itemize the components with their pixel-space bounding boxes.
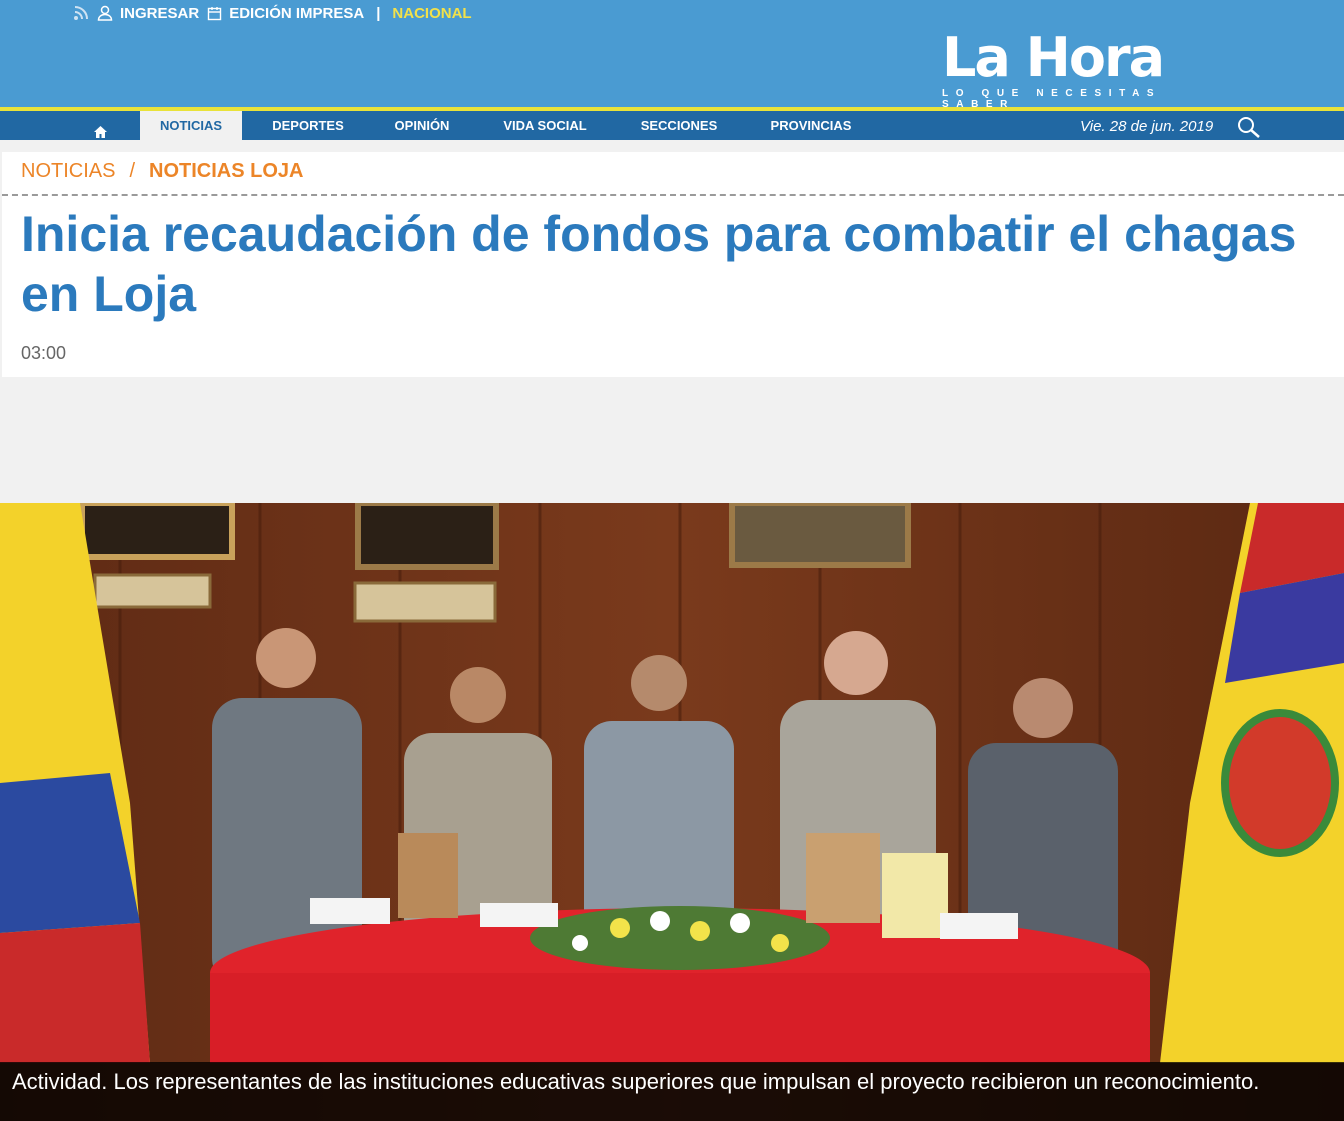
breadcrumb-divider — [2, 194, 1344, 196]
nav-item-deportes[interactable]: DEPORTES — [262, 111, 354, 140]
nav-item-secciones[interactable]: SECCIONES — [630, 111, 728, 140]
rss-icon[interactable] — [72, 4, 90, 22]
site-logo[interactable]: La Hora LO QUE NECESITAS SABER — [942, 26, 1212, 111]
breadcrumb-current[interactable]: NOTICIAS LOJA — [149, 160, 303, 182]
login-link[interactable]: INGRESAR — [120, 5, 199, 22]
current-date: Vie. 28 de jun. 2019 — [1080, 118, 1214, 135]
nav-item-noticias[interactable]: NOTICIAS — [140, 111, 242, 140]
nav-item-provincias[interactable]: PROVINCIAS — [762, 111, 860, 140]
breadcrumb: NOTICIAS / NOTICIAS LOJA — [21, 160, 303, 183]
nav-home[interactable] — [78, 111, 122, 140]
user-icon — [96, 4, 114, 22]
site-header: INGRESAR EDICIÓN IMPRESA | NACIONAL La H… — [0, 0, 1344, 111]
nav-item-opinion[interactable]: OPINIÓN — [382, 111, 462, 140]
home-icon — [93, 119, 107, 149]
article-header: NOTICIAS / NOTICIAS LOJA Inicia recaudació… — [2, 152, 1344, 377]
photo-caption: Actividad. Los representantes de las ins… — [0, 1062, 1344, 1121]
top-links: INGRESAR EDICIÓN IMPRESA | NACIONAL — [72, 4, 472, 22]
article-photo: Actividad. Los representantes de las ins… — [0, 503, 1344, 1121]
photo-illustration — [0, 503, 1344, 1121]
breadcrumb-parent[interactable]: NOTICIAS — [21, 160, 115, 182]
breadcrumb-separator: / — [129, 160, 136, 182]
search-icon[interactable] — [1236, 115, 1262, 139]
main-nav: NOTICIAS DEPORTES OPINIÓN VIDA SOCIAL SE… — [0, 111, 1344, 140]
article-time: 03:00 — [21, 343, 67, 363]
top-links-separator: | — [376, 4, 381, 22]
logo-wordmark: La Hora — [942, 26, 1165, 89]
calendar-icon — [205, 4, 223, 22]
nav-item-vida-social[interactable]: VIDA SOCIAL — [494, 111, 596, 140]
edition-link[interactable]: NACIONAL — [392, 5, 471, 22]
article-headline: Inicia recaudación de fondos para combat… — [21, 206, 1297, 322]
print-edition-link[interactable]: EDICIÓN IMPRESA — [229, 5, 364, 22]
